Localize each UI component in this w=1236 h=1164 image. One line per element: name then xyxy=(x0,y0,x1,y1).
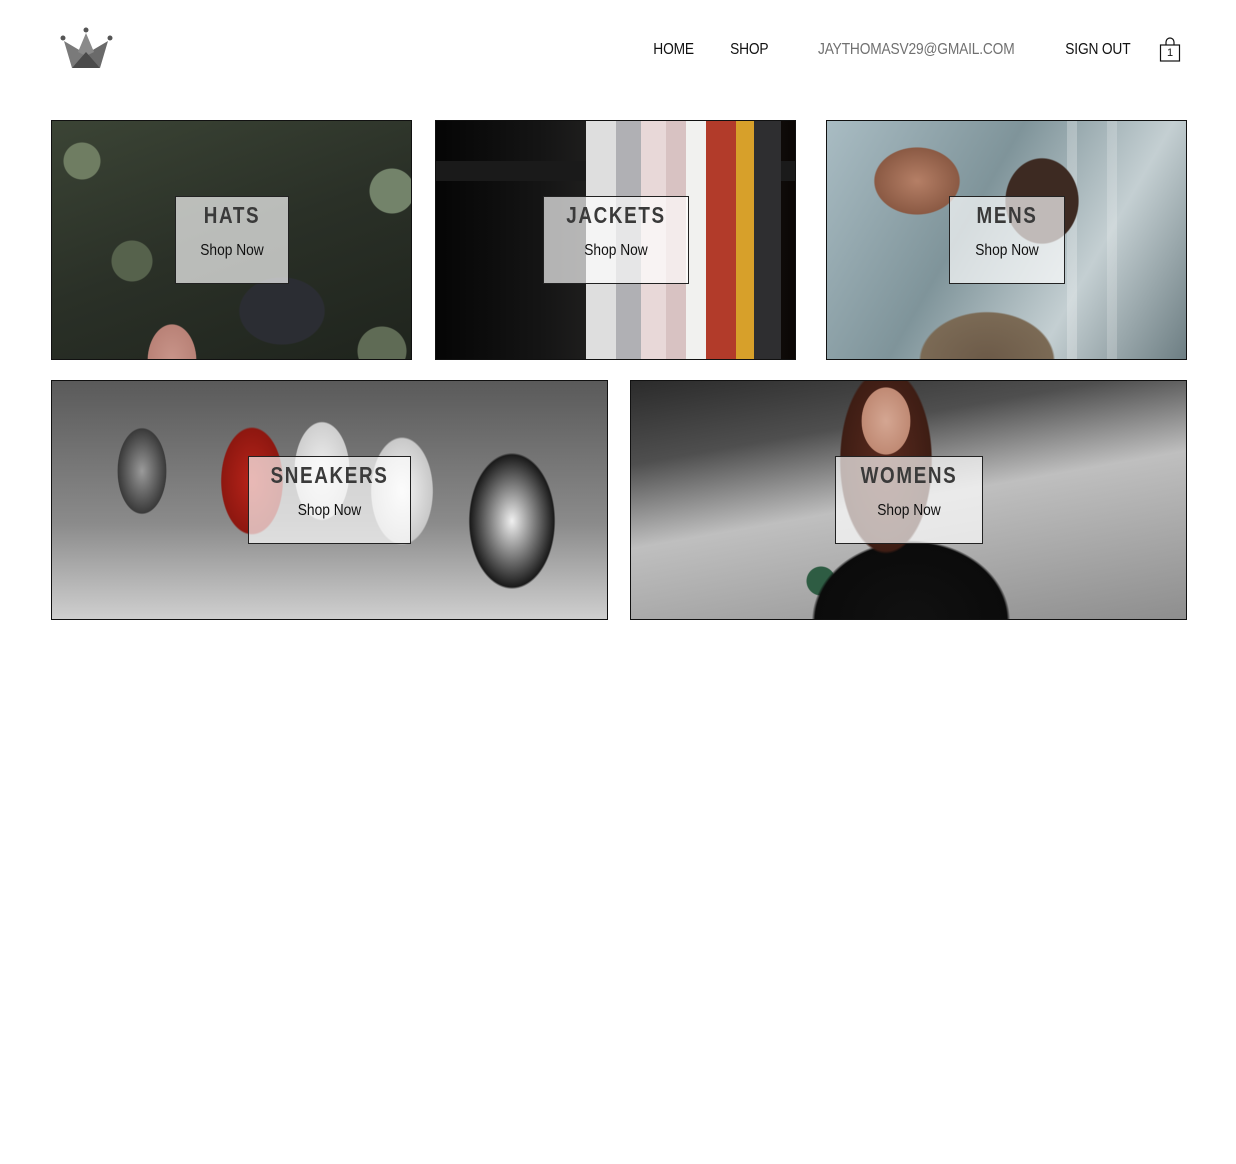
category-tile-jackets[interactable]: JACKETS Shop Now xyxy=(435,120,796,360)
main-nav: HOME SHOP JAYTHOMASV29@GMAIL.COM SIGN OU… xyxy=(620,36,1182,64)
nav-home-link[interactable]: HOME xyxy=(653,36,694,64)
crown-logo-icon[interactable] xyxy=(58,26,114,70)
category-title: HATS xyxy=(203,202,261,228)
category-tile-sneakers[interactable]: SNEAKERS Shop Now xyxy=(51,380,608,620)
shop-now-link[interactable]: Shop Now xyxy=(958,240,1056,262)
shop-now-link[interactable]: Shop Now xyxy=(554,240,678,262)
page: HOME SHOP JAYTHOMASV29@GMAIL.COM SIGN OU… xyxy=(0,0,1236,1164)
category-title: WOMENS xyxy=(860,462,958,488)
cart-item-count: 1 xyxy=(1166,47,1174,59)
category-panel: JACKETS Shop Now xyxy=(543,196,689,284)
category-tile-womens[interactable]: WOMENS Shop Now xyxy=(630,380,1187,620)
category-title: MENS xyxy=(976,202,1038,228)
category-panel: HATS Shop Now xyxy=(175,196,289,284)
shop-now-link[interactable]: Shop Now xyxy=(260,500,398,522)
category-panel: SNEAKERS Shop Now xyxy=(248,456,411,544)
category-tile-mens[interactable]: MENS Shop Now xyxy=(826,120,1187,360)
category-panel: MENS Shop Now xyxy=(949,196,1065,284)
category-title: JACKETS xyxy=(566,202,666,228)
category-panel: WOMENS Shop Now xyxy=(835,456,983,544)
nav-shop-link[interactable]: SHOP xyxy=(730,36,768,64)
cart-button[interactable]: 1 xyxy=(1158,36,1182,64)
shop-now-link[interactable]: Shop Now xyxy=(846,500,972,522)
category-title: SNEAKERS xyxy=(270,462,389,488)
category-tile-hats[interactable]: HATS Shop Now xyxy=(51,120,412,360)
user-email-text: JAYTHOMASV29@GMAIL.COM xyxy=(817,41,1015,58)
sign-out-link[interactable]: SIGN OUT xyxy=(1066,36,1131,64)
shop-now-link[interactable]: Shop Now xyxy=(184,240,280,262)
